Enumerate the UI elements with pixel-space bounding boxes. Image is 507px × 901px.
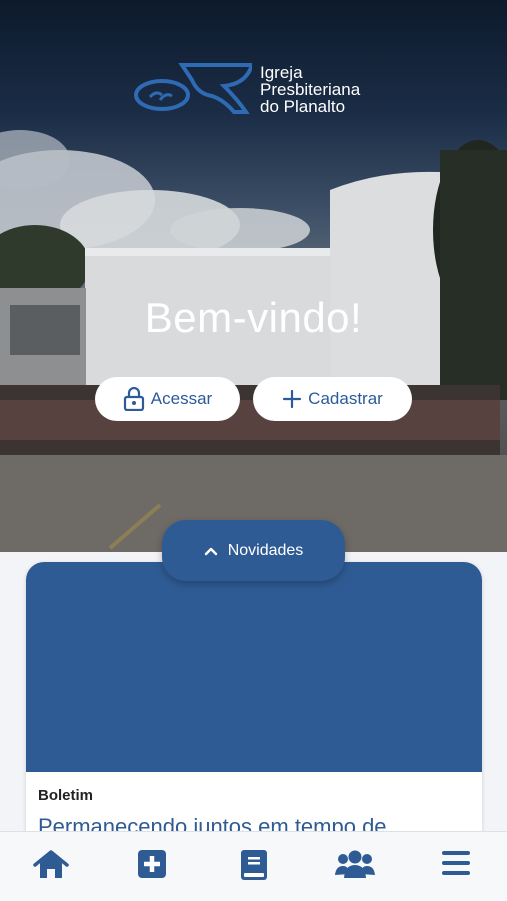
signup-button-label: Cadastrar [308, 389, 383, 408]
news-toggle-button[interactable]: Novidades [162, 520, 345, 581]
news-card-image [26, 562, 482, 772]
chevron-up-icon [204, 547, 217, 555]
tab-bulletin[interactable] [203, 832, 304, 901]
lock-icon [123, 387, 144, 411]
hero-banner: Igreja Presbiteriana do Planalto Bem-vin… [0, 0, 507, 552]
church-name-line-3: do Planalto [260, 96, 346, 116]
bottom-tab-bar [0, 831, 507, 901]
fish-chalice-logo-icon [134, 63, 252, 114]
tab-health[interactable] [101, 832, 202, 901]
home-icon [32, 850, 69, 878]
users-icon [334, 850, 375, 878]
plus-icon [283, 389, 302, 409]
login-button[interactable]: Acessar [95, 377, 240, 421]
book-icon [240, 850, 267, 880]
church-name: Igreja Presbiteriana do Planalto [260, 64, 360, 115]
church-logo: Igreja Presbiteriana do Planalto [134, 62, 360, 116]
menu-icon [442, 851, 471, 875]
news-toggle-label: Novidades [227, 541, 304, 559]
news-card-category: Boletim [38, 787, 94, 804]
tab-community[interactable] [304, 832, 405, 901]
tab-home[interactable] [0, 832, 101, 901]
login-button-label: Acessar [150, 389, 213, 408]
church-name-line-1: Igreja [260, 62, 303, 82]
medical-plus-icon [138, 850, 167, 878]
church-name-line-2: Presbiteriana [260, 79, 361, 99]
news-card[interactable]: Boletim Permanecendo juntos em tempo de [26, 562, 482, 862]
signup-button[interactable]: Cadastrar [253, 377, 412, 421]
welcome-heading: Bem-vindo! [144, 294, 363, 341]
tab-menu[interactable] [406, 832, 507, 901]
